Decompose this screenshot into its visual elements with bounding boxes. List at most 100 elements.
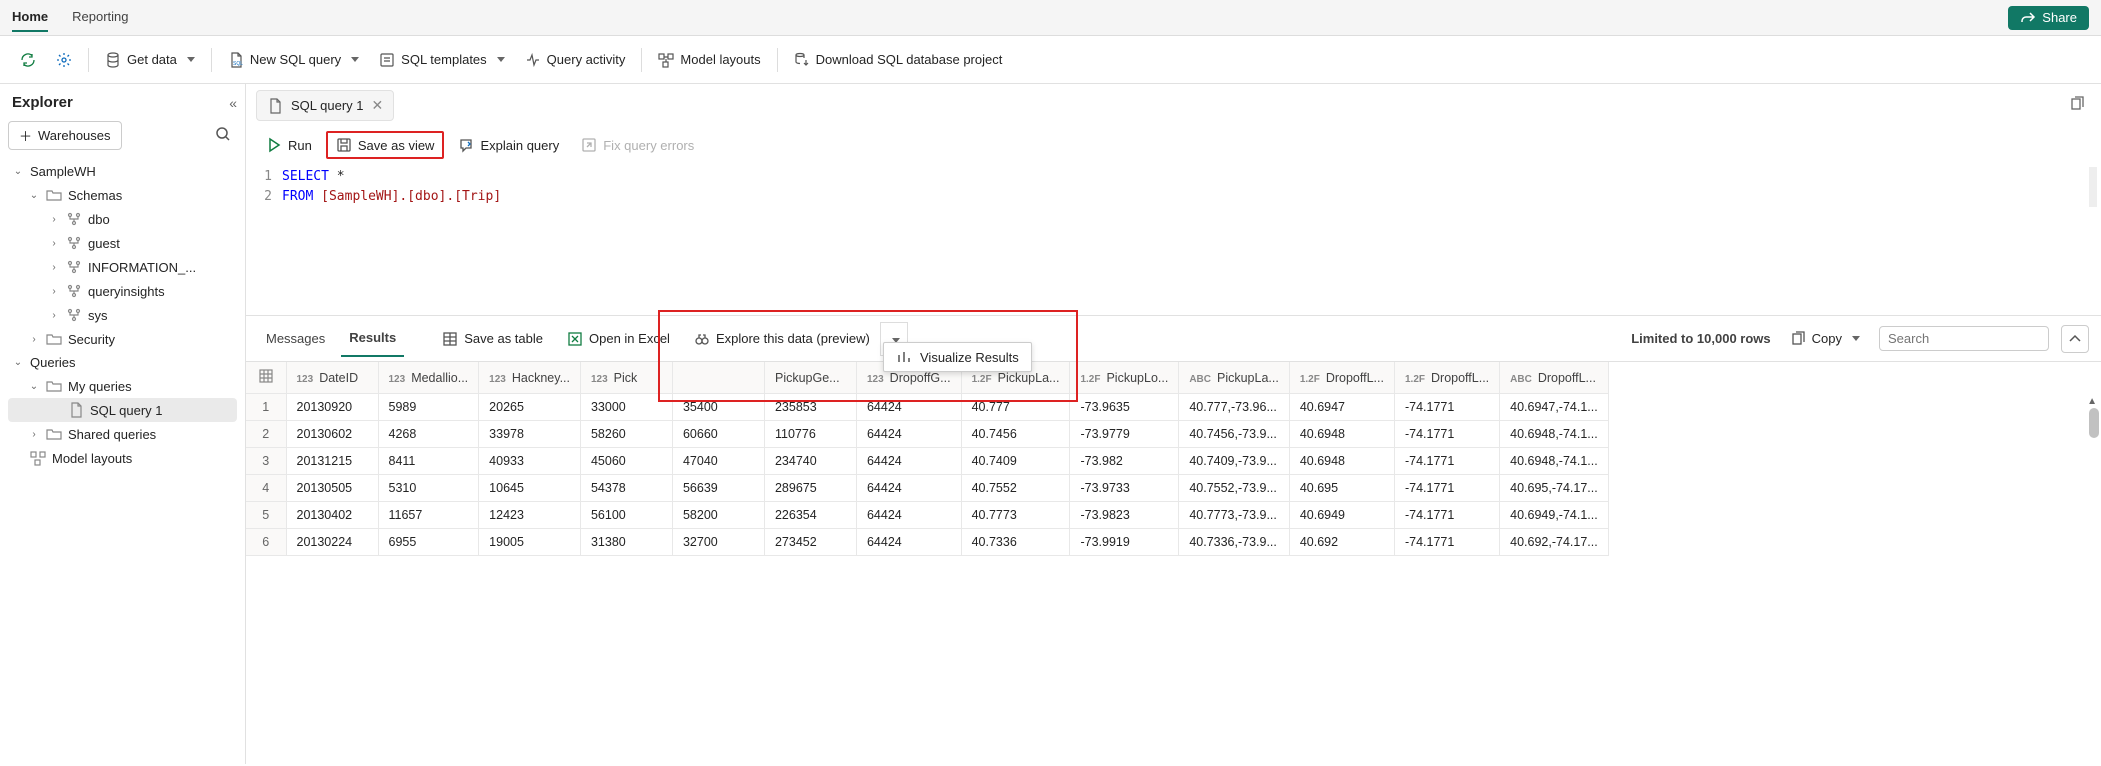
tree-node-model-layouts[interactable]: ›Model layouts	[8, 446, 237, 470]
cell[interactable]: 40.6949	[1289, 502, 1394, 529]
cell[interactable]: -74.1771	[1394, 394, 1499, 421]
cell[interactable]: 1	[246, 394, 286, 421]
table-row[interactable]: 2201306024268339785826060660110776644244…	[246, 421, 1608, 448]
cell[interactable]: 40.6947,-74.1...	[1500, 394, 1609, 421]
cell[interactable]: 35400	[672, 394, 764, 421]
share-button[interactable]: Share	[2008, 6, 2089, 30]
cell[interactable]: 5	[246, 502, 286, 529]
cell[interactable]: 20130505	[286, 475, 378, 502]
add-warehouses-button[interactable]: ＋ Warehouses	[8, 121, 122, 150]
cell[interactable]: 40.777	[961, 394, 1070, 421]
cell[interactable]: 40.7336	[961, 529, 1070, 556]
cell[interactable]: -74.1771	[1394, 421, 1499, 448]
column-header[interactable]: 123Medallio...	[378, 362, 479, 394]
cell[interactable]: 4	[246, 475, 286, 502]
cell[interactable]: 54378	[580, 475, 672, 502]
tree-node-guest[interactable]: ›guest	[8, 231, 237, 255]
expand-results-button[interactable]	[2061, 325, 2089, 353]
copy-dropdown[interactable]: Copy	[1783, 326, 1867, 352]
scroll-up-arrow[interactable]: ▲	[2087, 396, 2097, 407]
minimap[interactable]	[2089, 167, 2097, 207]
cell[interactable]: 273452	[764, 529, 856, 556]
cell[interactable]: 235853	[764, 394, 856, 421]
results-grid[interactable]: ▲ 123DateID123Medallio...123Hackney...12…	[246, 361, 2101, 556]
cell[interactable]: 20130602	[286, 421, 378, 448]
cell[interactable]: 47040	[672, 448, 764, 475]
column-header[interactable]: 1.2FPickupLo...	[1070, 362, 1179, 394]
cell[interactable]: 32700	[672, 529, 764, 556]
cell[interactable]: 40.7456	[961, 421, 1070, 448]
cell[interactable]: 40.695,-74.17...	[1500, 475, 1609, 502]
cell[interactable]: 40.6948	[1289, 448, 1394, 475]
cell[interactable]: 12423	[479, 502, 581, 529]
search-explorer-button[interactable]	[215, 126, 237, 145]
cell[interactable]: 3	[246, 448, 286, 475]
table-row[interactable]: 6201302246955190053138032700273452644244…	[246, 529, 1608, 556]
cell[interactable]: 226354	[764, 502, 856, 529]
tab-home[interactable]: Home	[12, 3, 48, 32]
cell[interactable]: 40.692,-74.17...	[1500, 529, 1609, 556]
cell[interactable]: 8411	[378, 448, 479, 475]
sql-templates-button[interactable]: SQL templates	[371, 46, 513, 74]
cell[interactable]: 56639	[672, 475, 764, 502]
tree-node-sys[interactable]: ›sys	[8, 303, 237, 327]
cell[interactable]: 5989	[378, 394, 479, 421]
column-header[interactable]: 123DateID	[286, 362, 378, 394]
cell[interactable]: 40.7773,-73.9...	[1179, 502, 1290, 529]
row-header-corner[interactable]	[246, 362, 286, 394]
download-db-project-button[interactable]: Download SQL database project	[786, 46, 1011, 74]
cell[interactable]: 4268	[378, 421, 479, 448]
tree-node-samplewh[interactable]: ⌄SampleWH	[8, 160, 237, 183]
cell[interactable]: 64424	[856, 529, 961, 556]
cell[interactable]: 33000	[580, 394, 672, 421]
cell[interactable]: 20131215	[286, 448, 378, 475]
column-header[interactable]: 1.2FDropoffL...	[1394, 362, 1499, 394]
run-button[interactable]: Run	[258, 133, 320, 157]
cell[interactable]: 40.692	[1289, 529, 1394, 556]
scrollbar-thumb[interactable]	[2089, 408, 2099, 438]
table-row[interactable]: 4201305055310106455437856639289675644244…	[246, 475, 1608, 502]
column-header[interactable]: PickupGe...	[764, 362, 856, 394]
save-as-table-button[interactable]: Save as table	[432, 325, 553, 353]
editor-tab-sql-query-1[interactable]: SQL query 1 ✕	[256, 90, 394, 121]
cell[interactable]: 40.777,-73.96...	[1179, 394, 1290, 421]
cell[interactable]: 40.6948,-74.1...	[1500, 448, 1609, 475]
tree-node-shared-queries[interactable]: ›Shared queries	[8, 422, 237, 446]
column-header[interactable]: ABCDropoffL...	[1500, 362, 1609, 394]
results-tab[interactable]: Results	[341, 320, 404, 357]
cell[interactable]: 64424	[856, 421, 961, 448]
tree-node-information[interactable]: ›INFORMATION_...	[8, 255, 237, 279]
cell[interactable]: 234740	[764, 448, 856, 475]
column-header[interactable]: 123Hackney...	[479, 362, 581, 394]
table-row[interactable]: 3201312158411409334506047040234740644244…	[246, 448, 1608, 475]
refresh-button[interactable]	[12, 46, 44, 74]
cell[interactable]: 40.6948	[1289, 421, 1394, 448]
cell[interactable]: 2	[246, 421, 286, 448]
cell[interactable]: 64424	[856, 448, 961, 475]
cell[interactable]: 40.6948,-74.1...	[1500, 421, 1609, 448]
cell[interactable]: 40.7552	[961, 475, 1070, 502]
cell[interactable]: 40.7773	[961, 502, 1070, 529]
new-sql-query-button[interactable]: SQL New SQL query	[220, 46, 367, 74]
cell[interactable]: 45060	[580, 448, 672, 475]
get-data-button[interactable]: Get data	[97, 46, 203, 74]
cell[interactable]: -73.9779	[1070, 421, 1179, 448]
model-layouts-button[interactable]: Model layouts	[650, 46, 768, 74]
cell[interactable]: 40933	[479, 448, 581, 475]
cell[interactable]: 110776	[764, 421, 856, 448]
cell[interactable]: -73.9919	[1070, 529, 1179, 556]
tree-node-schemas[interactable]: ⌄Schemas	[8, 183, 237, 207]
tree-node-security[interactable]: ›Security	[8, 327, 237, 351]
cell[interactable]: -73.9635	[1070, 394, 1179, 421]
cell[interactable]: 10645	[479, 475, 581, 502]
collapse-panel-button[interactable]: «	[229, 95, 237, 111]
cell[interactable]: 40.695	[1289, 475, 1394, 502]
close-tab-button[interactable]: ✕	[372, 97, 384, 114]
messages-tab[interactable]: Messages	[258, 321, 333, 356]
explain-query-button[interactable]: Explain query	[450, 133, 567, 157]
cell[interactable]: 40.7409	[961, 448, 1070, 475]
table-row[interactable]: 1201309205989202653300035400235853644244…	[246, 394, 1608, 421]
duplicate-tab-button[interactable]	[2069, 96, 2091, 115]
cell[interactable]: -73.982	[1070, 448, 1179, 475]
tab-reporting[interactable]: Reporting	[72, 3, 128, 32]
